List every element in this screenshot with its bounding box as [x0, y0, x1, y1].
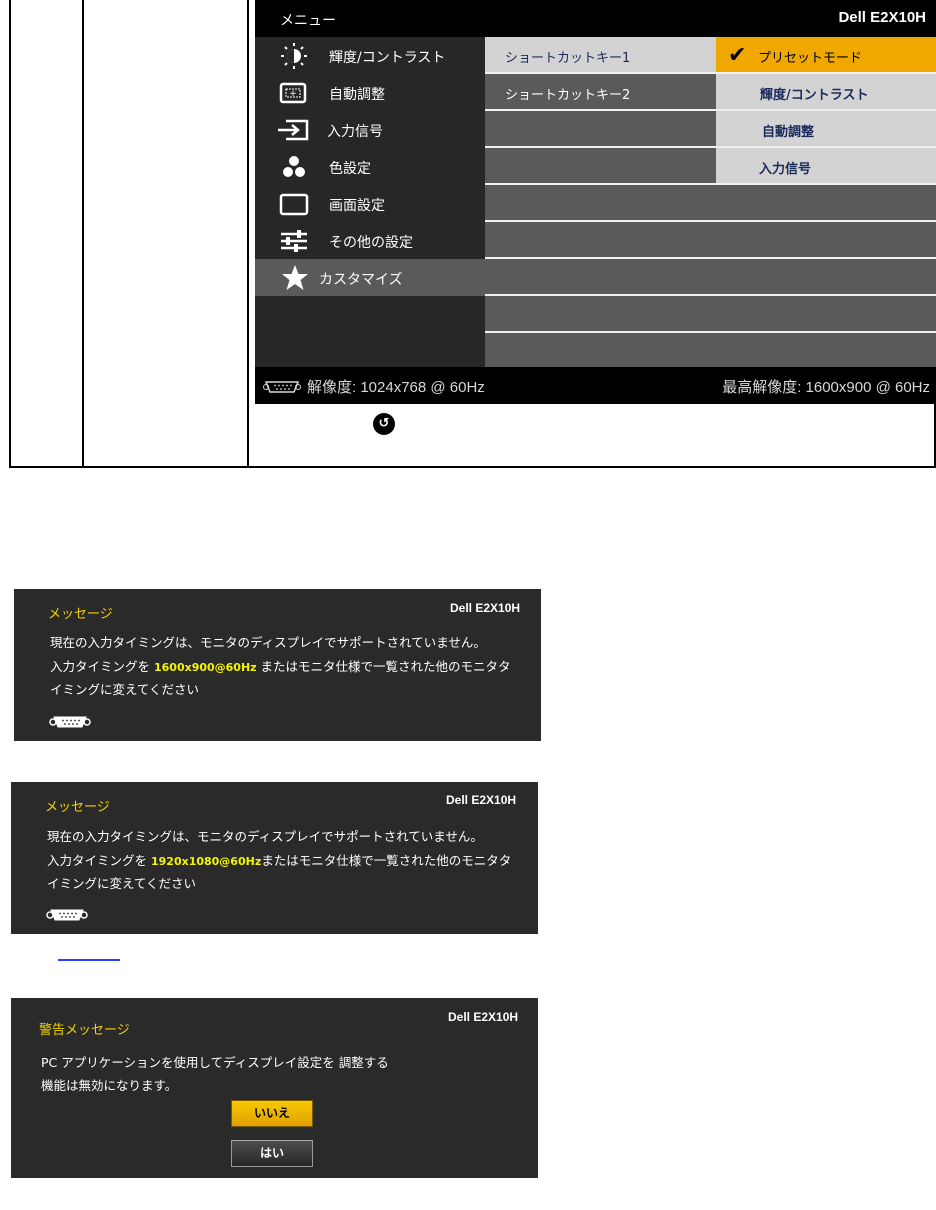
display-settings-icon — [279, 193, 309, 216]
color-settings-icon — [283, 156, 305, 177]
menu-item-customize[interactable]: カスタマイズ — [255, 259, 485, 296]
message-title: メッセージ — [48, 607, 113, 622]
shortcut-label: ショートカットキー2 — [505, 88, 631, 103]
menu-item-brightness[interactable]: 輝度/コントラスト — [255, 37, 485, 74]
menu-item-input-source[interactable]: 入力信号 — [255, 111, 485, 148]
submenu-row — [485, 259, 936, 296]
auto-adjust-icon: + — [279, 82, 307, 104]
message-line: 現在の入力タイミングは、モニタのディスプレイでサポートされていません。 — [50, 635, 486, 650]
table-divider — [82, 0, 84, 466]
menu-item-other-settings[interactable]: その他の設定 — [255, 222, 485, 259]
menu-item-auto-adjust[interactable]: + 自動調整 — [255, 74, 485, 111]
brightness-icon — [281, 43, 307, 69]
warning-title: 警告メッセージ — [39, 1023, 130, 1038]
option-label: 入力信号 — [759, 162, 812, 177]
osd-footer: 解像度: 1024x768 @ 60Hz 最高解像度: 1600x900 @ 6… — [255, 367, 936, 404]
option-auto-adjust[interactable]: 自動調整 — [716, 111, 936, 146]
message-model: Dell E2X10H — [446, 793, 517, 807]
message-box-2: メッセージ Dell E2X10H 現在の入力タイミングは、モニタのディスプレイ… — [11, 782, 538, 934]
menu-label: 画面設定 — [329, 198, 385, 214]
message-line: 現在の入力タイミングは、モニタのディスプレイでサポートされていません。 — [47, 829, 483, 844]
svg-text:+: + — [289, 89, 297, 99]
message-line: 入力タイミングを 1600x900@60Hz またはモニタ仕様で一覧された他のモ… — [50, 659, 511, 674]
menu-label: 入力信号 — [327, 124, 383, 140]
vga-connector-icon — [49, 716, 91, 728]
star-icon — [282, 265, 308, 290]
menu-label: 色設定 — [329, 161, 371, 177]
submenu-row — [485, 185, 936, 222]
warning-line: PC アプリケーションを使用してディスプレイ設定を 調整する — [41, 1055, 389, 1070]
submenu-row — [485, 296, 936, 333]
option-preset-mode[interactable]: ✔ プリセットモード — [716, 37, 936, 72]
osd-header: メニュー Dell E2X10H — [255, 0, 936, 37]
current-resolution-text: 解像度: 1024x768 @ 60Hz — [307, 379, 485, 396]
option-input-source[interactable]: 入力信号 — [716, 148, 936, 183]
vga-connector-icon — [263, 380, 301, 393]
osd-model: Dell E2X10H — [838, 9, 926, 26]
menu-label: その他の設定 — [329, 235, 413, 251]
back-icon[interactable]: ↺ — [373, 413, 395, 435]
menu-item-display-settings[interactable]: 画面設定 — [255, 185, 485, 222]
yes-button[interactable]: はい — [231, 1140, 313, 1167]
input-source-icon — [278, 119, 309, 141]
warning-model: Dell E2X10H — [448, 1010, 519, 1024]
submenu-row — [485, 222, 936, 259]
message-line: 入力タイミングを 1920x1080@60Hzまたはモニタ仕様で一覧された他のモ… — [47, 853, 512, 868]
warning-message-box: 警告メッセージ Dell E2X10H PC アプリケーションを使用してディスプ… — [11, 998, 538, 1178]
checkmark-icon: ✔ — [728, 43, 747, 68]
message-line: イミングに変えてください — [50, 682, 200, 697]
no-button[interactable]: いいえ — [231, 1100, 313, 1127]
osd-title: メニュー — [280, 13, 336, 29]
option-label: 自動調整 — [762, 125, 815, 140]
menu-label: 輝度/コントラスト — [329, 50, 446, 66]
menu-label: 自動調整 — [329, 87, 385, 103]
other-settings-icon — [281, 230, 307, 252]
shortcut-label: ショートカットキー1 — [505, 51, 631, 66]
message-model: Dell E2X10H — [450, 601, 521, 615]
submenu-row — [485, 333, 936, 368]
timing-highlight: 1600x900@60Hz — [153, 661, 257, 674]
submenu-panel: ショートカットキー1 ショートカットキー2 ✔ プリセットモード 輝度/コントラ… — [485, 37, 936, 367]
table-divider — [247, 0, 249, 466]
option-label: 輝度/コントラスト — [760, 88, 869, 103]
message-line: イミングに変えてください — [47, 876, 197, 891]
warning-line: 機能は無効になります。 — [41, 1078, 178, 1093]
timing-highlight: 1920x1080@60Hz — [150, 855, 262, 868]
message-title: メッセージ — [45, 800, 110, 815]
message-box-1: メッセージ Dell E2X10H 現在の入力タイミングは、モニタのディスプレイ… — [14, 589, 541, 741]
option-brightness-contrast[interactable]: 輝度/コントラスト — [716, 74, 936, 109]
menu-label: カスタマイズ — [319, 272, 403, 288]
vga-connector-icon — [46, 909, 88, 921]
max-resolution: 最高解像度: 1600x900 @ 60Hz — [722, 379, 930, 396]
hyperlink-underline[interactable] — [58, 959, 120, 961]
current-resolution: 解像度: 1024x768 @ 60Hz — [263, 376, 485, 397]
option-label: プリセットモード — [758, 51, 863, 66]
osd-menu: メニュー Dell E2X10H 輝度/コントラスト + 自動調整 入力信号 色… — [255, 0, 936, 404]
menu-item-color-settings[interactable]: 色設定 — [255, 148, 485, 185]
